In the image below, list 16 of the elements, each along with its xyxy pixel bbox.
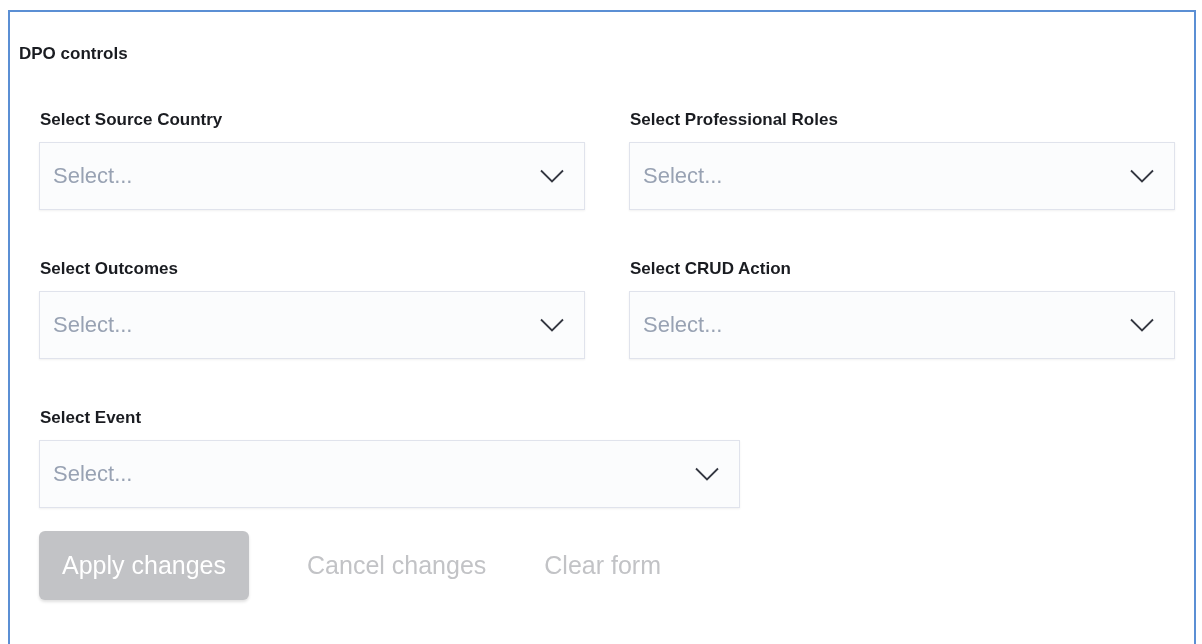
select-field[interactable]: Select... xyxy=(629,142,1175,210)
field-label: Select Event xyxy=(39,407,143,429)
chevron-down-icon xyxy=(695,467,719,481)
select-field[interactable]: Select... xyxy=(39,142,585,210)
chevron-down-icon xyxy=(540,318,564,332)
chevron-down-icon xyxy=(540,169,564,183)
select-field[interactable]: Select... xyxy=(39,291,585,359)
chevron-down-icon xyxy=(1130,318,1154,332)
panel-title: DPO controls xyxy=(19,44,128,64)
select-field[interactable]: Select... xyxy=(629,291,1175,359)
field-label: Select CRUD Action xyxy=(629,258,792,280)
select-field[interactable]: Select... xyxy=(39,440,740,508)
field-label: Select Professional Roles xyxy=(629,109,839,131)
chevron-down-icon xyxy=(1130,169,1154,183)
field-label: Select Outcomes xyxy=(39,258,179,280)
field-label: Select Source Country xyxy=(39,109,224,131)
